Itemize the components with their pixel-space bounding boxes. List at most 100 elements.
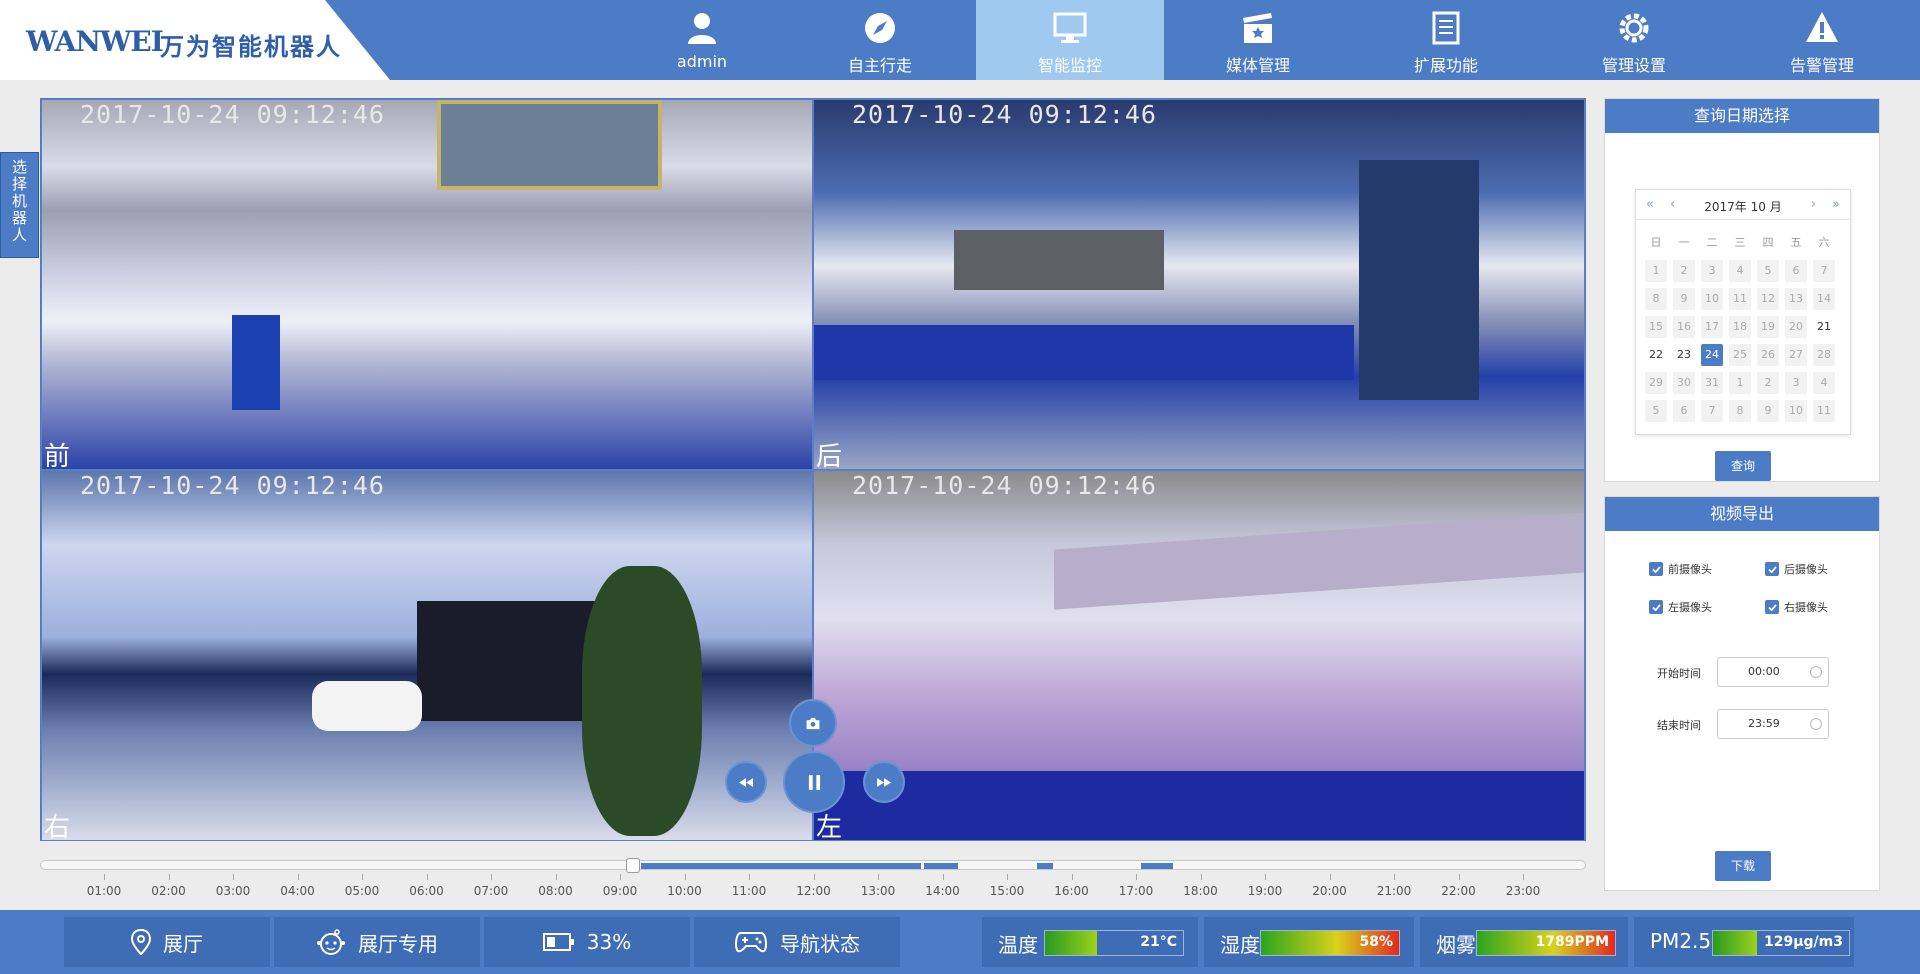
calendar-day[interactable]: 8 (1729, 400, 1751, 422)
check-icon (1765, 600, 1779, 614)
calendar-day[interactable]: 6 (1785, 260, 1807, 282)
calendar-day[interactable]: 5 (1757, 260, 1779, 282)
checkbox-right-camera[interactable]: 右摄像头 (1765, 599, 1828, 615)
nav-alarm-manage[interactable]: 告警管理 (1728, 0, 1916, 80)
sensor-bar: 1789PPM (1476, 930, 1616, 956)
nav-smart-monitor[interactable]: 智能监控 (976, 0, 1164, 80)
navigation-status-button[interactable]: 导航状态 (694, 917, 900, 967)
calendar: « ‹ 2017年 10 月 › » 日一二三四五六 1 2 3 4 5 6 7 8 9 10 11 1… (1635, 189, 1851, 435)
checkbox-left-camera[interactable]: 左摄像头 (1649, 599, 1712, 615)
select-robot-tab[interactable]: 选择机器人 (0, 152, 39, 258)
fast-forward-button[interactable] (863, 761, 905, 803)
clapperboard-icon (1243, 13, 1272, 43)
rewind-button[interactable] (725, 761, 767, 803)
battery-label: 33% (586, 930, 632, 954)
sensor-name: PM2.5 (1650, 929, 1712, 953)
calendar-day[interactable]: 7 (1813, 260, 1835, 282)
camera-timestamp: 2017-10-24 09:12:46 (852, 100, 1157, 129)
calendar-day[interactable]: 21 (1813, 316, 1835, 338)
camera-timestamp: 2017-10-24 09:12:46 (852, 471, 1157, 500)
timeline-tick (813, 874, 815, 880)
recording-segment[interactable] (924, 863, 958, 869)
timeline-handle[interactable] (626, 858, 640, 873)
calendar-day[interactable]: 17 (1701, 316, 1723, 338)
calendar-day[interactable]: 10 (1785, 400, 1807, 422)
calendar-day[interactable]: 18 (1729, 316, 1751, 338)
next-month-icon[interactable]: › (1811, 197, 1816, 212)
camera-right[interactable]: 2017-10-24 09:12:46 右 (41, 470, 813, 841)
recording-segment[interactable] (1037, 863, 1053, 869)
calendar-day[interactable]: 26 (1757, 344, 1779, 366)
calendar-day[interactable]: 5 (1645, 400, 1667, 422)
checkbox-back-camera[interactable]: 后摄像头 (1765, 561, 1828, 577)
calendar-day[interactable]: 10 (1701, 288, 1723, 310)
calendar-day[interactable]: 15 (1645, 316, 1667, 338)
nav-admin[interactable]: admin (608, 0, 796, 80)
gear-icon (1619, 13, 1649, 43)
calendar-day[interactable]: 25 (1729, 344, 1751, 366)
timeline-tick-label: 20:00 (1312, 884, 1347, 898)
calendar-day[interactable]: 23 (1673, 344, 1695, 366)
video-grid: 2017-10-24 09:12:46 前 2017-10-24 09:12:4… (40, 98, 1586, 841)
calendar-day[interactable]: 9 (1673, 288, 1695, 310)
calendar-day[interactable]: 3 (1785, 372, 1807, 394)
calendar-day[interactable]: 2 (1757, 372, 1779, 394)
snapshot-button[interactable] (789, 699, 837, 747)
calendar-day[interactable]: 16 (1673, 316, 1695, 338)
location-pin-icon (131, 929, 151, 955)
sensor-unit: PPM (1574, 934, 1609, 950)
calendar-day[interactable]: 6 (1673, 400, 1695, 422)
calendar-day[interactable]: 3 (1701, 260, 1723, 282)
calendar-day[interactable]: 2 (1673, 260, 1695, 282)
calendar-day[interactable]: 19 (1757, 316, 1779, 338)
location-button[interactable]: 展厅 (64, 917, 270, 967)
nav-settings[interactable]: 管理设置 (1540, 0, 1728, 80)
timeline-track[interactable] (40, 858, 1586, 873)
camera-back[interactable]: 2017-10-24 09:12:46 后 (813, 99, 1585, 470)
nav-autonomous-walk[interactable]: 自主行走 (786, 0, 974, 80)
calendar-day[interactable]: 29 (1645, 372, 1667, 394)
checkbox-front-camera[interactable]: 前摄像头 (1649, 561, 1712, 577)
calendar-day[interactable]: 8 (1645, 288, 1667, 310)
calendar-day[interactable]: 20 (1785, 316, 1807, 338)
calendar-day[interactable]: 24 (1701, 344, 1723, 366)
calendar-day[interactable]: 12 (1757, 288, 1779, 310)
location-label: 展厅 (163, 931, 203, 956)
timeline-tick (1007, 874, 1008, 880)
camera-label: 前 (44, 442, 71, 470)
calendar-day[interactable]: 28 (1813, 344, 1835, 366)
nav-extend[interactable]: 扩展功能 (1352, 0, 1540, 80)
calendar-day[interactable]: 31 (1701, 372, 1723, 394)
camera-front[interactable]: 2017-10-24 09:12:46 前 (41, 99, 813, 470)
calendar-day[interactable]: 4 (1813, 372, 1835, 394)
calendar-day[interactable]: 7 (1701, 400, 1723, 422)
pause-button[interactable] (783, 751, 845, 813)
battery-status[interactable]: 33% (484, 917, 690, 967)
calendar-day[interactable]: 11 (1729, 288, 1751, 310)
end-time-input[interactable]: 23:59 (1717, 709, 1829, 739)
sensor-bar: 21°C (1044, 930, 1184, 956)
nav-media-manage[interactable]: 媒体管理 (1164, 0, 1352, 80)
timeline-tick (1265, 874, 1266, 880)
calendar-day[interactable]: 4 (1729, 260, 1751, 282)
recording-segment[interactable] (1141, 863, 1173, 869)
mode-button[interactable]: 展厅专用 (274, 917, 480, 967)
start-time-input[interactable]: 00:00 (1717, 657, 1829, 687)
camera-left[interactable]: 2017-10-24 09:12:46 左 (813, 470, 1585, 841)
calendar-day[interactable]: 22 (1645, 344, 1667, 366)
calendar-day[interactable]: 11 (1813, 400, 1835, 422)
next-year-icon[interactable]: » (1832, 197, 1840, 212)
calendar-day[interactable]: 9 (1757, 400, 1779, 422)
query-button[interactable]: 查询 (1715, 451, 1771, 481)
calendar-day[interactable]: 1 (1729, 372, 1751, 394)
status-bar: 展厅 展厅专用 33% 导航状态 温度 21°C 湿度 58% 烟雾 1789P… (0, 910, 1920, 974)
timeline-tick-label: 16:00 (1054, 884, 1089, 898)
calendar-day[interactable]: 27 (1785, 344, 1807, 366)
recording-segment[interactable] (641, 863, 921, 869)
nav-label: admin (676, 52, 728, 71)
download-button[interactable]: 下载 (1715, 851, 1771, 881)
calendar-day[interactable]: 1 (1645, 260, 1667, 282)
calendar-day[interactable]: 13 (1785, 288, 1807, 310)
calendar-day[interactable]: 14 (1813, 288, 1835, 310)
calendar-day[interactable]: 30 (1673, 372, 1695, 394)
